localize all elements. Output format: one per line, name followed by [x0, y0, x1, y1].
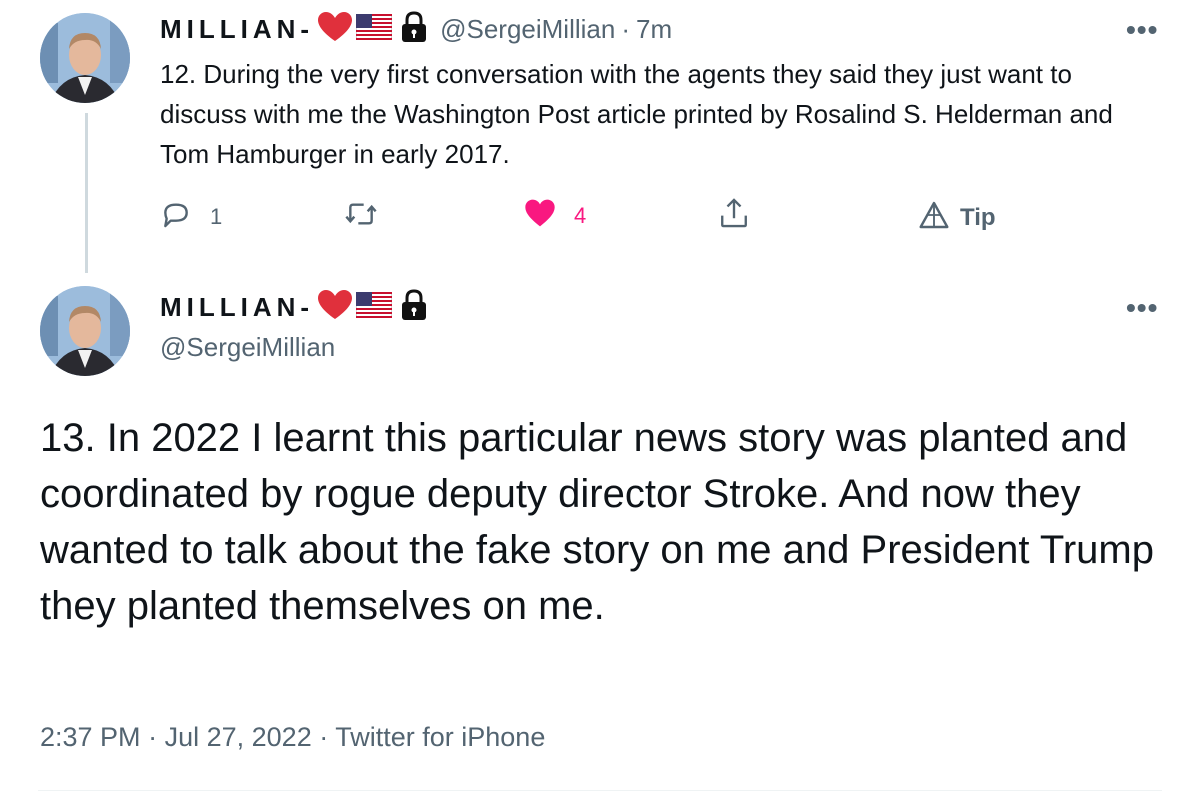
tweet-text: 12. During the very first conversation w… [160, 59, 1113, 169]
display-name[interactable]: MILLIAN- [160, 14, 314, 45]
tip-icon [918, 200, 950, 236]
lock-icon [400, 288, 428, 326]
like-button[interactable]: 4 [524, 198, 586, 234]
separator-dot: · [148, 722, 158, 752]
more-options-button[interactable]: ••• [1126, 14, 1158, 46]
reply-icon [160, 198, 192, 236]
more-options-button[interactable]: ••• [1126, 292, 1158, 324]
avatar[interactable] [40, 13, 130, 103]
retweet-icon [343, 198, 379, 236]
tweet-source[interactable]: Twitter for iPhone [335, 722, 545, 752]
us-flag-icon [355, 13, 393, 45]
divider [38, 790, 1162, 791]
heart-icon [524, 198, 556, 234]
separator-dot: · [319, 722, 329, 752]
tweet-handle[interactable]: @SergeiMillian [440, 14, 615, 45]
tweet-text: 13. In 2022 I learnt this particular new… [40, 416, 1154, 628]
red-heart-icon [318, 289, 353, 325]
tweet-date[interactable]: Jul 27, 2022 [165, 722, 312, 752]
share-icon [718, 196, 750, 236]
tweet-timestamp[interactable]: 2:37 PM [40, 722, 141, 752]
tweet-metadata: 2:37 PM · Jul 27, 2022 · Twitter for iPh… [40, 722, 545, 753]
thread-connector-line [85, 113, 88, 273]
reply-button[interactable]: 1 [160, 198, 222, 236]
lock-icon [400, 10, 428, 48]
tweet-header: MILLIAN- [160, 288, 428, 326]
tweet-handle[interactable]: @SergeiMillian [160, 332, 335, 363]
avatar[interactable] [40, 286, 130, 376]
tweet-time[interactable]: 7m [636, 14, 672, 45]
us-flag-icon [355, 291, 393, 323]
separator-dot: · [621, 13, 630, 44]
retweet-button[interactable] [343, 198, 397, 236]
reply-count: 1 [210, 204, 223, 229]
tip-button[interactable]: Tip [918, 200, 996, 236]
tip-label: Tip [960, 204, 996, 231]
red-heart-icon [318, 11, 353, 47]
share-button[interactable] [718, 196, 750, 236]
display-name[interactable]: MILLIAN- [160, 292, 314, 323]
like-count: 4 [574, 203, 587, 228]
tweet-header: MILLIAN- @SergeiMillian · 7m [160, 10, 672, 48]
